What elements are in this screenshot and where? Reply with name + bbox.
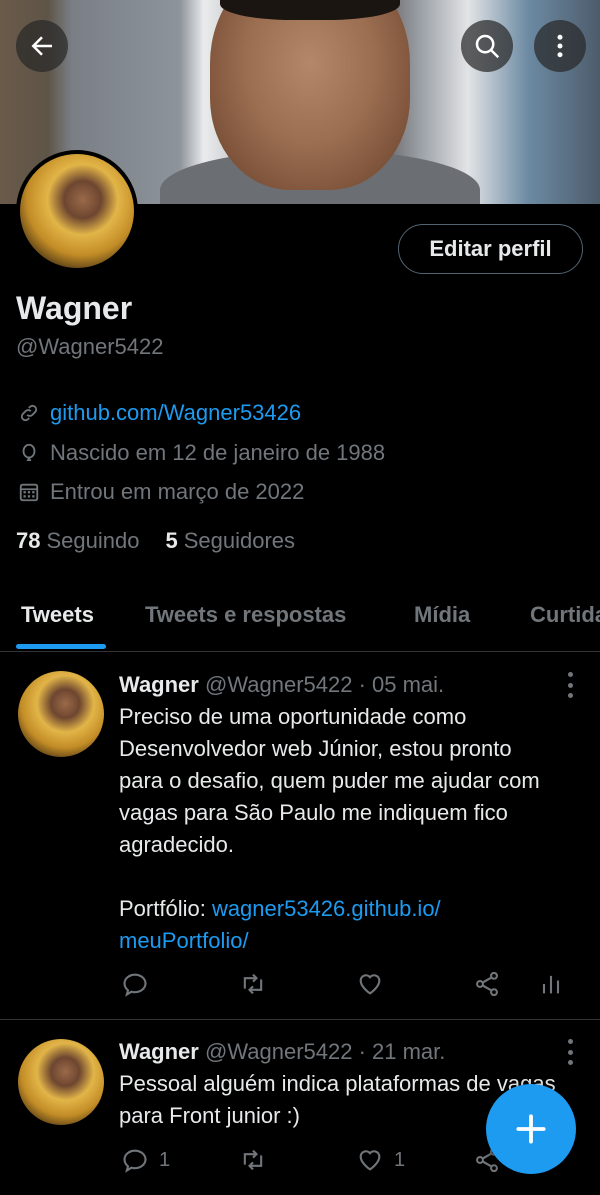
birthday-row: Nascido em 12 de janeiro de 1988 bbox=[18, 440, 385, 466]
reply-icon bbox=[123, 973, 147, 997]
tweet-text: Preciso de uma oportunidade como Desenvo… bbox=[119, 701, 589, 957]
reply-button[interactable]: 1 bbox=[121, 1146, 170, 1174]
like-count: 1 bbox=[394, 1148, 406, 1171]
portfolio-link-cont[interactable]: meuPortfolio/ bbox=[119, 925, 589, 957]
website-row[interactable]: github.com/Wagner53426 bbox=[18, 400, 301, 426]
retweet-button[interactable] bbox=[239, 970, 267, 998]
profile-avatar[interactable] bbox=[16, 150, 138, 272]
search-button[interactable] bbox=[461, 20, 513, 72]
like-button[interactable]: 1 bbox=[356, 1146, 405, 1174]
balloon-icon bbox=[22, 443, 36, 462]
followers-label: Seguidores bbox=[183, 528, 296, 553]
tab-tweets-replies[interactable]: Tweets e respostas bbox=[145, 602, 346, 628]
tweet-line: para o desafio, quem puder me ajudar com bbox=[119, 768, 540, 793]
tweet-actions bbox=[119, 970, 579, 1004]
following-count: 78 bbox=[16, 528, 41, 553]
tweet-divider bbox=[0, 1019, 600, 1020]
tab-likes[interactable]: Curtidas bbox=[530, 602, 600, 628]
reply-button[interactable] bbox=[121, 970, 159, 998]
followers-count: 5 bbox=[165, 528, 178, 553]
share-button[interactable] bbox=[473, 970, 501, 998]
tweet-line: Desenvolvedor web Júnior, estou pronto bbox=[119, 736, 512, 761]
tweet-more-button[interactable] bbox=[560, 672, 580, 698]
tweet-author-name[interactable]: Wagner bbox=[119, 1039, 199, 1064]
tweet-avatar[interactable] bbox=[18, 1039, 104, 1125]
portfolio-link[interactable]: wagner53426.github.io/ bbox=[212, 896, 441, 921]
analytics-icon bbox=[542, 975, 560, 994]
like-button[interactable] bbox=[356, 970, 394, 998]
tweet-header: Wagner @Wagner5422 · 21 mar. bbox=[119, 1039, 445, 1065]
followers-link[interactable]: 5 Seguidores bbox=[165, 528, 295, 554]
following-link[interactable]: 78 Seguindo bbox=[16, 528, 139, 554]
tweet-line: agradecido. bbox=[119, 832, 234, 857]
more-options-button[interactable] bbox=[534, 20, 586, 72]
heart-icon bbox=[359, 1150, 381, 1171]
tweet-handle-date: @Wagner5422 · 21 mar. bbox=[204, 1039, 446, 1064]
tweet-avatar[interactable] bbox=[18, 671, 104, 757]
website-link[interactable]: github.com/Wagner53426 bbox=[50, 400, 301, 426]
compose-tweet-button[interactable] bbox=[486, 1084, 576, 1174]
retweet-icon bbox=[243, 1149, 263, 1171]
tweet-more-button[interactable] bbox=[560, 1039, 580, 1065]
search-icon bbox=[475, 34, 500, 59]
joined-text: Entrou em março de 2022 bbox=[50, 479, 305, 504]
tweet-line: vagas para São Paulo me indiquem fico bbox=[119, 800, 508, 825]
reply-count: 1 bbox=[159, 1148, 171, 1171]
heart-icon bbox=[359, 974, 381, 995]
tweet-author-name[interactable]: Wagner bbox=[119, 672, 199, 697]
reply-icon bbox=[123, 1149, 147, 1173]
tweet-header: Wagner @Wagner5422 · 05 mai. bbox=[119, 672, 444, 698]
profile-handle: @Wagner5422 bbox=[16, 334, 164, 359]
edit-profile-button[interactable]: Editar perfil bbox=[398, 224, 583, 274]
banner-face bbox=[210, 0, 410, 190]
tweet-handle-date: @Wagner5422 · 05 mai. bbox=[204, 672, 445, 697]
tab-media[interactable]: Mídia bbox=[414, 602, 470, 628]
tab-tweets[interactable]: Tweets bbox=[21, 602, 94, 628]
more-vertical-icon bbox=[557, 34, 563, 58]
back-button[interactable] bbox=[16, 20, 68, 72]
share-icon bbox=[476, 971, 498, 997]
tweet-line: Preciso de uma oportunidade como bbox=[119, 704, 467, 729]
link-icon bbox=[20, 404, 38, 422]
arrow-left-icon bbox=[31, 36, 52, 56]
following-label: Seguindo bbox=[46, 528, 140, 553]
plus-icon bbox=[516, 1114, 546, 1144]
calendar-icon bbox=[19, 483, 39, 502]
birthday-text: Nascido em 12 de janeiro de 1988 bbox=[50, 440, 386, 465]
joined-row: Entrou em março de 2022 bbox=[18, 479, 304, 505]
portfolio-label: Portfólio: bbox=[119, 896, 212, 921]
retweet-icon bbox=[243, 973, 263, 995]
tab-indicator bbox=[16, 644, 106, 649]
retweet-button[interactable] bbox=[239, 1146, 267, 1174]
profile-tabs: Tweets Tweets e respostas Mídia Curtidas bbox=[0, 590, 600, 652]
follow-stats: 78 Seguindo 5 Seguidores bbox=[16, 528, 321, 554]
analytics-button[interactable] bbox=[537, 970, 565, 998]
profile-name: Wagner bbox=[16, 290, 133, 326]
